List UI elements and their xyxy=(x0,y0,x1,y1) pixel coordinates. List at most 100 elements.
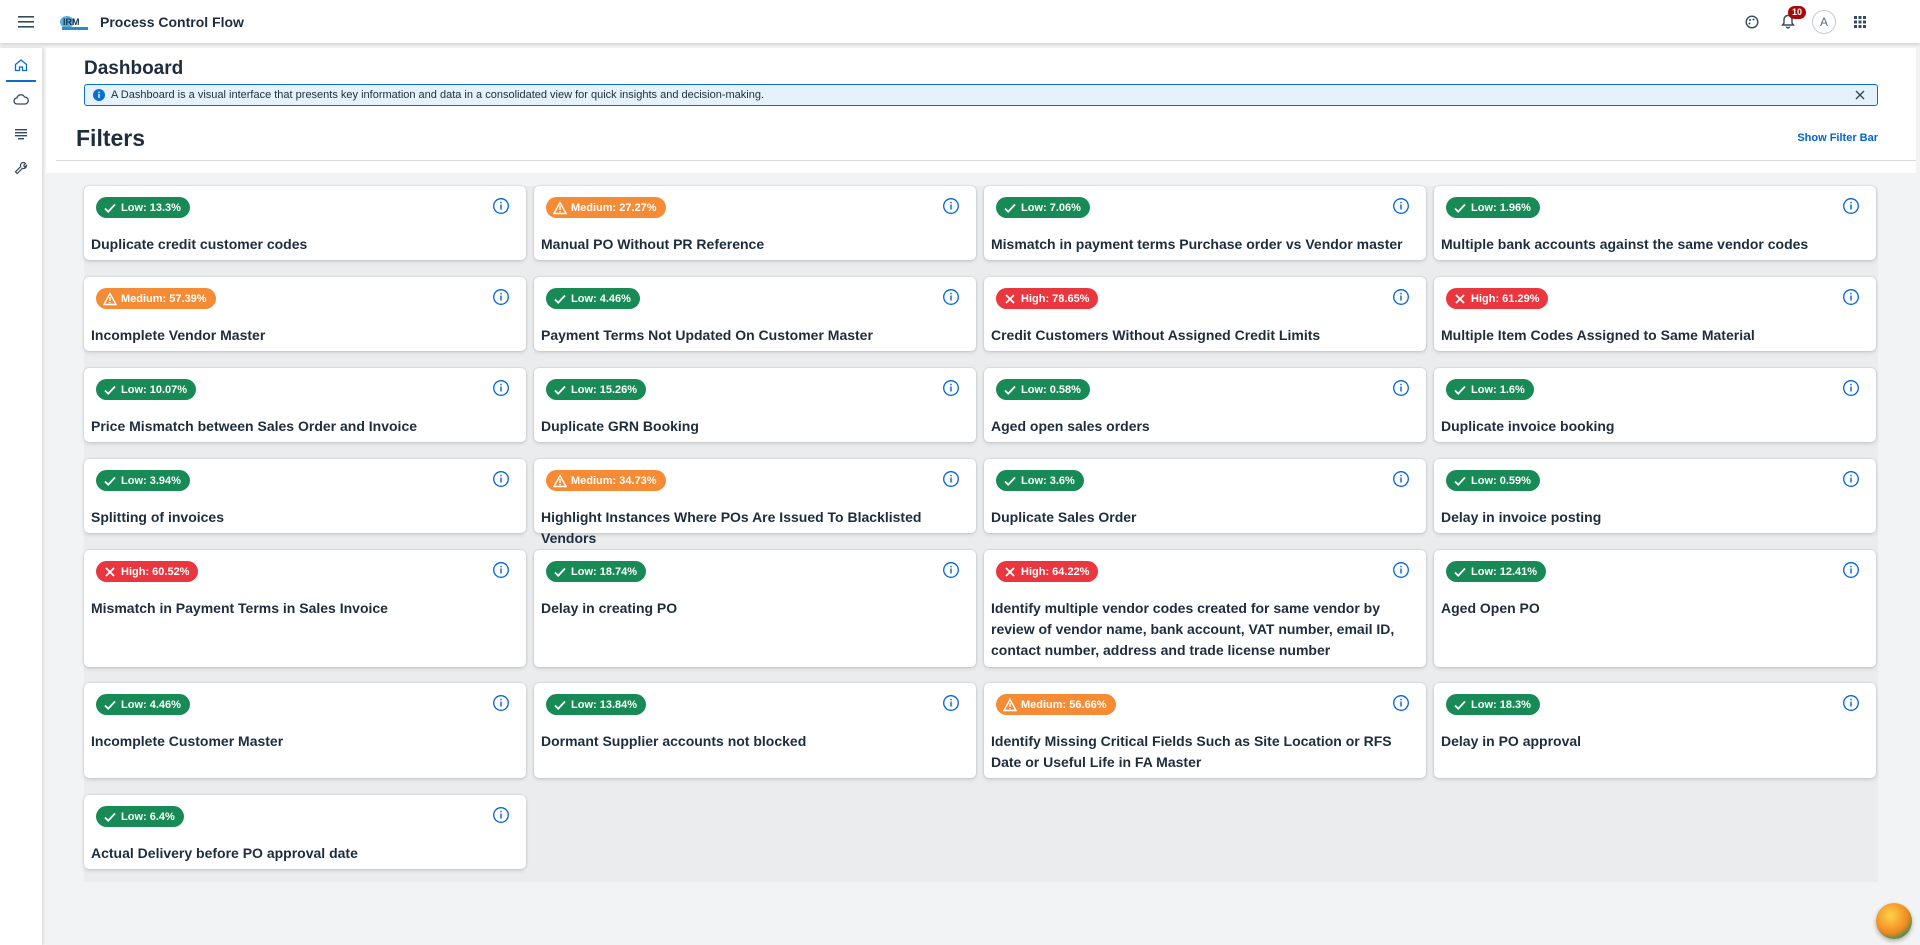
info-message-text: A Dashboard is a visual interface that p… xyxy=(111,89,765,101)
risk-card[interactable]: Low: 10.07% Price Mismatch between Sales … xyxy=(84,368,526,442)
info-icon xyxy=(93,89,105,101)
info-icon[interactable] xyxy=(1392,288,1410,306)
risk-card[interactable]: Low: 1.96% Multiple bank accounts against… xyxy=(1434,186,1876,260)
notifications-bell-icon[interactable]: 10 xyxy=(1776,5,1806,34)
info-icon[interactable] xyxy=(1842,561,1860,579)
info-icon[interactable] xyxy=(942,470,960,488)
info-icon[interactable] xyxy=(1842,694,1860,712)
info-icon[interactable] xyxy=(1842,379,1860,397)
risk-card[interactable]: Low: 3.6% Duplicate Sales Order xyxy=(984,459,1426,533)
risk-level-text: Low: 1.96% xyxy=(1471,201,1531,214)
risk-card[interactable]: Medium: 34.73% Highlight Instances Where … xyxy=(534,459,976,546)
risk-level-text: High: 78.65% xyxy=(1021,292,1090,305)
cloud-process-icon xyxy=(13,93,29,112)
info-icon[interactable] xyxy=(1392,561,1410,579)
info-icon[interactable] xyxy=(1392,470,1410,488)
info-icon[interactable] xyxy=(492,288,510,306)
risk-card[interactable]: Medium: 57.39% Incomplete Vendor Master xyxy=(84,277,526,351)
checkmark-icon xyxy=(103,474,117,488)
risk-level-badge: Low: 12.41% xyxy=(1446,561,1547,582)
risk-level-badge: Medium: 57.39% xyxy=(96,288,216,309)
risk-level-badge: Medium: 34.73% xyxy=(546,470,666,491)
risk-level-text: Medium: 57.39% xyxy=(121,292,207,305)
card-title: Price Mismatch between Sales Order and I… xyxy=(91,418,418,434)
info-icon[interactable] xyxy=(942,561,960,579)
risk-card[interactable]: Low: 6.4% Actual Delivery before PO appro… xyxy=(84,795,526,869)
checkmark-icon xyxy=(1453,698,1467,712)
risk-cards-grid: Low: 13.3% Duplicate credit customer code… xyxy=(84,186,1878,882)
risk-card[interactable]: Low: 15.26% Duplicate GRN Booking xyxy=(534,368,976,442)
info-icon[interactable] xyxy=(1392,694,1410,712)
info-icon[interactable] xyxy=(1842,470,1860,488)
risk-level-text: Low: 7.06% xyxy=(1021,201,1081,214)
risk-card[interactable]: Low: 4.46% Payment Terms Not Updated On C… xyxy=(534,277,976,351)
user-avatar[interactable]: A xyxy=(1812,9,1836,34)
info-icon[interactable] xyxy=(492,561,510,579)
risk-card[interactable]: Low: 0.59% Delay in invoice posting xyxy=(1434,459,1876,533)
risk-level-badge: Medium: 27.27% xyxy=(546,197,666,218)
risk-level-text: High: 60.52% xyxy=(121,565,190,578)
info-icon[interactable] xyxy=(1392,379,1410,397)
nav-process[interactable] xyxy=(6,88,36,116)
risk-card[interactable]: Low: 18.74% Delay in creating PO xyxy=(534,550,976,667)
card-title: Identify Missing Critical Fields Such as… xyxy=(991,733,1392,770)
risk-level-badge: High: 61.29% xyxy=(1446,288,1549,309)
risk-card[interactable]: Low: 12.41% Aged Open PO xyxy=(1434,550,1876,667)
risk-card[interactable]: High: 60.52% Mismatch in Payment Terms in… xyxy=(84,550,526,667)
info-icon[interactable] xyxy=(942,288,960,306)
risk-card[interactable]: Low: 18.3% Delay in PO approval xyxy=(1434,683,1876,778)
home-icon xyxy=(14,58,28,77)
checkmark-icon xyxy=(103,698,117,712)
card-title: Incomplete Vendor Master xyxy=(91,327,266,343)
risk-level-text: Low: 0.58% xyxy=(1021,383,1081,396)
info-icon[interactable] xyxy=(1392,197,1410,215)
warning-icon xyxy=(553,473,567,488)
risk-card[interactable]: High: 78.65% Credit Customers Without Ass… xyxy=(984,277,1426,351)
risk-card[interactable]: Medium: 56.66% Identify Missing Critical … xyxy=(984,683,1426,778)
risk-card[interactable]: Low: 3.94% Splitting of invoices xyxy=(84,459,526,533)
risk-card[interactable]: Low: 1.6% Duplicate invoice booking xyxy=(1434,368,1876,442)
assistant-avatar-button[interactable] xyxy=(1876,903,1912,939)
checkmark-icon xyxy=(553,292,567,306)
info-icon[interactable] xyxy=(942,694,960,712)
risk-card[interactable]: Low: 0.58% Aged open sales orders xyxy=(984,368,1426,442)
card-title: Payment Terms Not Updated On Customer Ma… xyxy=(541,327,873,343)
close-icon[interactable] xyxy=(1853,88,1867,102)
risk-card[interactable]: High: 61.29% Multiple Item Codes Assigned… xyxy=(1434,277,1876,351)
page-title: Dashboard xyxy=(84,58,184,79)
info-icon[interactable] xyxy=(1842,288,1860,306)
palette-icon[interactable] xyxy=(1740,10,1764,34)
risk-card[interactable]: Medium: 27.27% Manual PO Without PR Refer… xyxy=(534,186,976,260)
checkmark-icon xyxy=(103,810,117,824)
info-icon[interactable] xyxy=(492,470,510,488)
risk-level-text: High: 61.29% xyxy=(1471,292,1540,305)
risk-card[interactable]: Low: 13.3% Duplicate credit customer code… xyxy=(84,186,526,260)
risk-level-text: Low: 18.3% xyxy=(1471,698,1531,711)
risk-level-text: Low: 10.07% xyxy=(121,383,188,396)
risk-level-badge: High: 64.22% xyxy=(996,561,1099,582)
info-icon[interactable] xyxy=(942,197,960,215)
info-icon[interactable] xyxy=(492,694,510,712)
nav-list[interactable] xyxy=(6,122,36,150)
risk-level-badge: Low: 3.94% xyxy=(96,470,190,491)
card-title: Dormant Supplier accounts not blocked xyxy=(541,733,807,749)
info-icon[interactable] xyxy=(492,197,510,215)
risk-card[interactable]: High: 64.22% Identify multiple vendor cod… xyxy=(984,550,1426,667)
risk-level-badge: Low: 1.96% xyxy=(1446,197,1540,218)
hamburger-menu-icon[interactable] xyxy=(14,10,38,34)
info-icon[interactable] xyxy=(492,379,510,397)
info-icon[interactable] xyxy=(942,379,960,397)
card-title: Duplicate GRN Booking xyxy=(541,418,699,434)
risk-card[interactable]: Low: 4.46% Incomplete Customer Master xyxy=(84,683,526,778)
nav-tools[interactable] xyxy=(6,156,36,184)
company-logo[interactable]: IRM xyxy=(58,12,90,32)
nav-home[interactable] xyxy=(6,54,36,82)
info-icon[interactable] xyxy=(492,806,510,824)
side-navigation xyxy=(0,48,42,945)
info-icon[interactable] xyxy=(1842,197,1860,215)
risk-level-text: Low: 12.41% xyxy=(1471,565,1538,578)
risk-card[interactable]: Low: 7.06% Mismatch in payment terms Purc… xyxy=(984,186,1426,260)
risk-card[interactable]: Low: 13.84% Dormant Supplier accounts not… xyxy=(534,683,976,778)
product-switch-grid-icon[interactable] xyxy=(1848,10,1872,34)
show-filter-bar-link[interactable]: Show Filter Bar xyxy=(1797,132,1878,144)
